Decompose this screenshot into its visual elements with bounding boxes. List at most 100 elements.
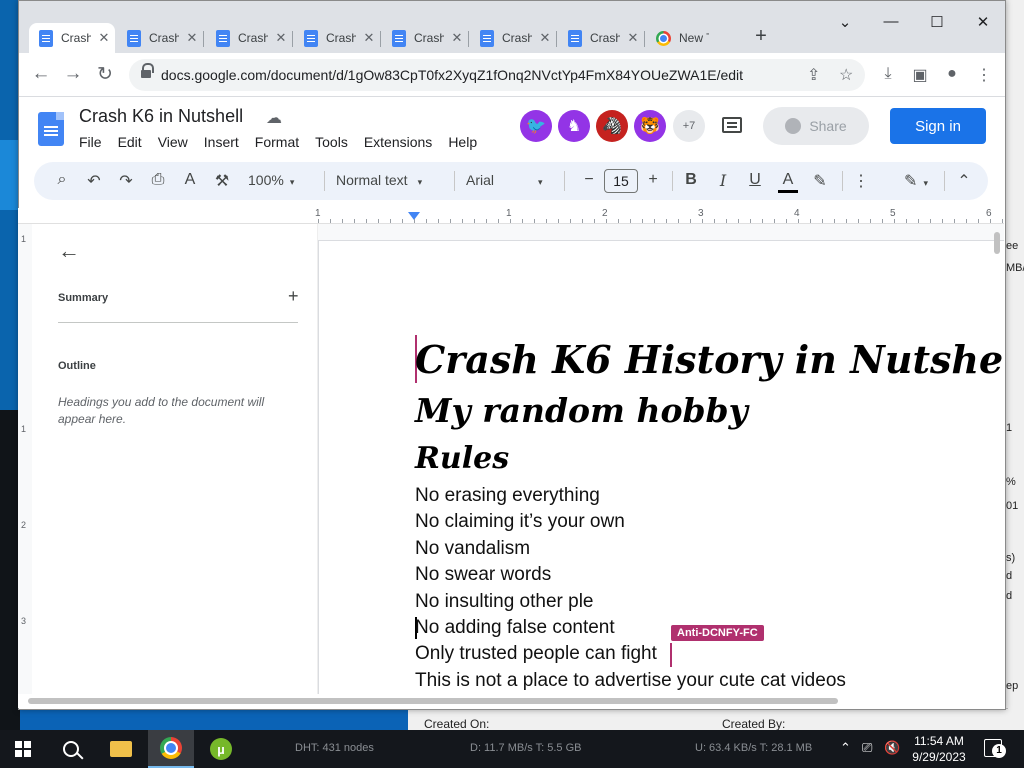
folder-icon xyxy=(110,741,132,757)
vertical-scrollbar[interactable] xyxy=(992,228,1002,688)
collaborator-avatar[interactable]: 🐦 xyxy=(520,110,552,142)
bold-icon[interactable]: B xyxy=(682,171,700,189)
zoom-select[interactable]: 100% ▾ xyxy=(248,172,294,188)
file-explorer-button[interactable] xyxy=(98,730,144,768)
more-collaborators-badge[interactable]: +7 xyxy=(673,110,705,142)
collaborator-avatar[interactable]: 🦓 xyxy=(596,110,628,142)
menu-view[interactable]: View xyxy=(158,134,188,150)
rule-line[interactable]: No vandalism xyxy=(415,538,530,560)
ruler-tick xyxy=(558,219,559,223)
menu-edit[interactable]: Edit xyxy=(118,134,142,150)
text-color-icon[interactable]: A xyxy=(778,171,798,193)
collaborator-avatar[interactable]: 🐯 xyxy=(634,110,666,142)
rule-line[interactable]: No adding false content xyxy=(415,617,615,639)
rule-line[interactable]: Only trusted people can fight xyxy=(415,643,657,665)
globe-icon xyxy=(785,118,802,134)
background-text-fragment: % xyxy=(1006,476,1016,488)
add-summary-icon[interactable]: + xyxy=(288,286,299,307)
volume-icon[interactable]: 🔇 xyxy=(884,740,900,756)
ruler-tick xyxy=(318,219,319,223)
menu-extensions[interactable]: Extensions xyxy=(364,134,432,150)
paint-format-icon[interactable]: ⚒ xyxy=(212,171,232,191)
ruler-tick xyxy=(762,219,763,223)
sign-in-button[interactable]: Sign in xyxy=(890,108,986,144)
vertical-ruler-number: 2 xyxy=(21,520,27,530)
pencil-icon: ✎ xyxy=(904,173,918,190)
menu-format[interactable]: Format xyxy=(255,134,299,150)
rule-line[interactable]: No insulting other ple xyxy=(415,591,594,613)
menu-tools[interactable]: Tools xyxy=(315,134,348,150)
undo-icon[interactable]: ↶ xyxy=(84,171,104,191)
ruler-tick xyxy=(798,219,799,223)
tray-chevron-icon[interactable]: ⌃ xyxy=(840,740,851,756)
redo-icon[interactable]: ↷ xyxy=(116,171,136,191)
ruler-tick xyxy=(654,219,655,223)
editing-mode-icon[interactable]: ✎ ▾ xyxy=(896,171,936,191)
ruler-tick xyxy=(582,219,583,223)
close-outline-icon[interactable]: ← xyxy=(58,238,80,264)
ruler-tick xyxy=(462,219,463,223)
print-icon[interactable]: ⎙ xyxy=(148,171,168,189)
more-options-icon[interactable]: ⋮ xyxy=(852,171,870,191)
scrollbar-thumb[interactable] xyxy=(994,232,1000,254)
ruler-tick xyxy=(498,219,499,223)
horizontal-ruler[interactable]: 1 1 2 3 4 5 6 xyxy=(18,208,1004,224)
ruler-tick xyxy=(870,219,871,223)
increase-font-size-icon[interactable]: + xyxy=(644,171,662,189)
menu-help[interactable]: Help xyxy=(448,134,477,150)
ruler-tick xyxy=(378,219,379,223)
rule-line[interactable]: No erasing everything xyxy=(415,485,600,507)
rule-line[interactable]: No swear words xyxy=(415,564,551,586)
document-title[interactable]: Crash K6 in Nutshell xyxy=(79,106,243,127)
decrease-font-size-icon[interactable]: − xyxy=(580,171,598,189)
paragraph-style-select[interactable]: Normal text ▾ xyxy=(336,172,422,188)
ruler-tick xyxy=(330,219,331,223)
ruler-tick xyxy=(426,219,427,223)
utorrent-taskbar-button[interactable]: µ xyxy=(198,730,244,768)
taskbar-search-button[interactable] xyxy=(48,730,94,768)
background-text-fragment: MB/ xyxy=(1006,262,1024,274)
ruler-tick xyxy=(342,219,343,223)
chrome-taskbar-button[interactable] xyxy=(148,730,194,768)
comment-history-icon[interactable] xyxy=(722,117,742,133)
network-icon[interactable]: ⎚ xyxy=(862,740,872,756)
chrome-icon xyxy=(160,737,182,759)
upload-status: U: 63.4 KB/s T: 28.1 MB xyxy=(695,742,813,754)
document-heading-1[interactable]: Crash K6 History in Nutshell xyxy=(415,337,1004,382)
start-button[interactable] xyxy=(0,730,46,768)
horizontal-scrollbar[interactable] xyxy=(18,694,1004,708)
ruler-tick xyxy=(678,219,679,223)
underline-icon[interactable]: U xyxy=(746,171,764,189)
font-select[interactable]: Arial ▾ xyxy=(466,172,543,188)
scrollbar-thumb[interactable] xyxy=(28,698,838,704)
cloud-status-icon[interactable]: ☁ xyxy=(266,108,282,128)
rule-line[interactable]: No claiming it’s your own xyxy=(415,511,625,533)
share-button[interactable]: Share xyxy=(763,107,869,145)
notification-badge: 1 xyxy=(992,744,1006,758)
menu-file[interactable]: File xyxy=(79,134,102,150)
document-page[interactable]: Crash K6 History in Nutshell My random h… xyxy=(318,240,1004,700)
collapse-menus-icon[interactable]: ⌃ xyxy=(954,171,974,191)
rule-line[interactable]: This is not a place to advertise your cu… xyxy=(415,670,846,692)
highlight-icon[interactable]: ✎ xyxy=(810,171,830,191)
document-heading-2[interactable]: My random hobby xyxy=(415,391,748,430)
ruler-tick xyxy=(906,219,907,223)
menu-insert[interactable]: Insert xyxy=(204,134,239,150)
system-clock[interactable]: 11:54 AM 9/29/2023 xyxy=(904,733,974,765)
format-toolbar: ⌕ ↶ ↷ ⎙ A ⚒ 100% ▾ Normal text ▾ Arial ▾ − … xyxy=(34,162,988,200)
search-menus-icon[interactable]: ⌕ xyxy=(52,171,72,189)
ruler-tick xyxy=(486,219,487,223)
ruler-tick xyxy=(846,219,847,223)
docs-logo-icon[interactable] xyxy=(38,112,64,146)
italic-icon[interactable]: I xyxy=(714,171,732,190)
document-heading-3[interactable]: Rules xyxy=(415,441,509,476)
ruler-number: 1 xyxy=(506,208,512,219)
collaborator-cursor xyxy=(670,643,672,667)
spellcheck-icon[interactable]: A xyxy=(180,171,200,189)
font-size-input[interactable]: 15 xyxy=(604,169,638,193)
outline-panel: ← Summary + Outline Headings you add to … xyxy=(32,224,318,694)
ruler-tick xyxy=(366,219,367,223)
collaborator-avatar[interactable]: ♞ xyxy=(558,110,590,142)
clock-date: 9/29/2023 xyxy=(912,750,966,764)
background-text-fragment: 01 xyxy=(1006,500,1019,512)
